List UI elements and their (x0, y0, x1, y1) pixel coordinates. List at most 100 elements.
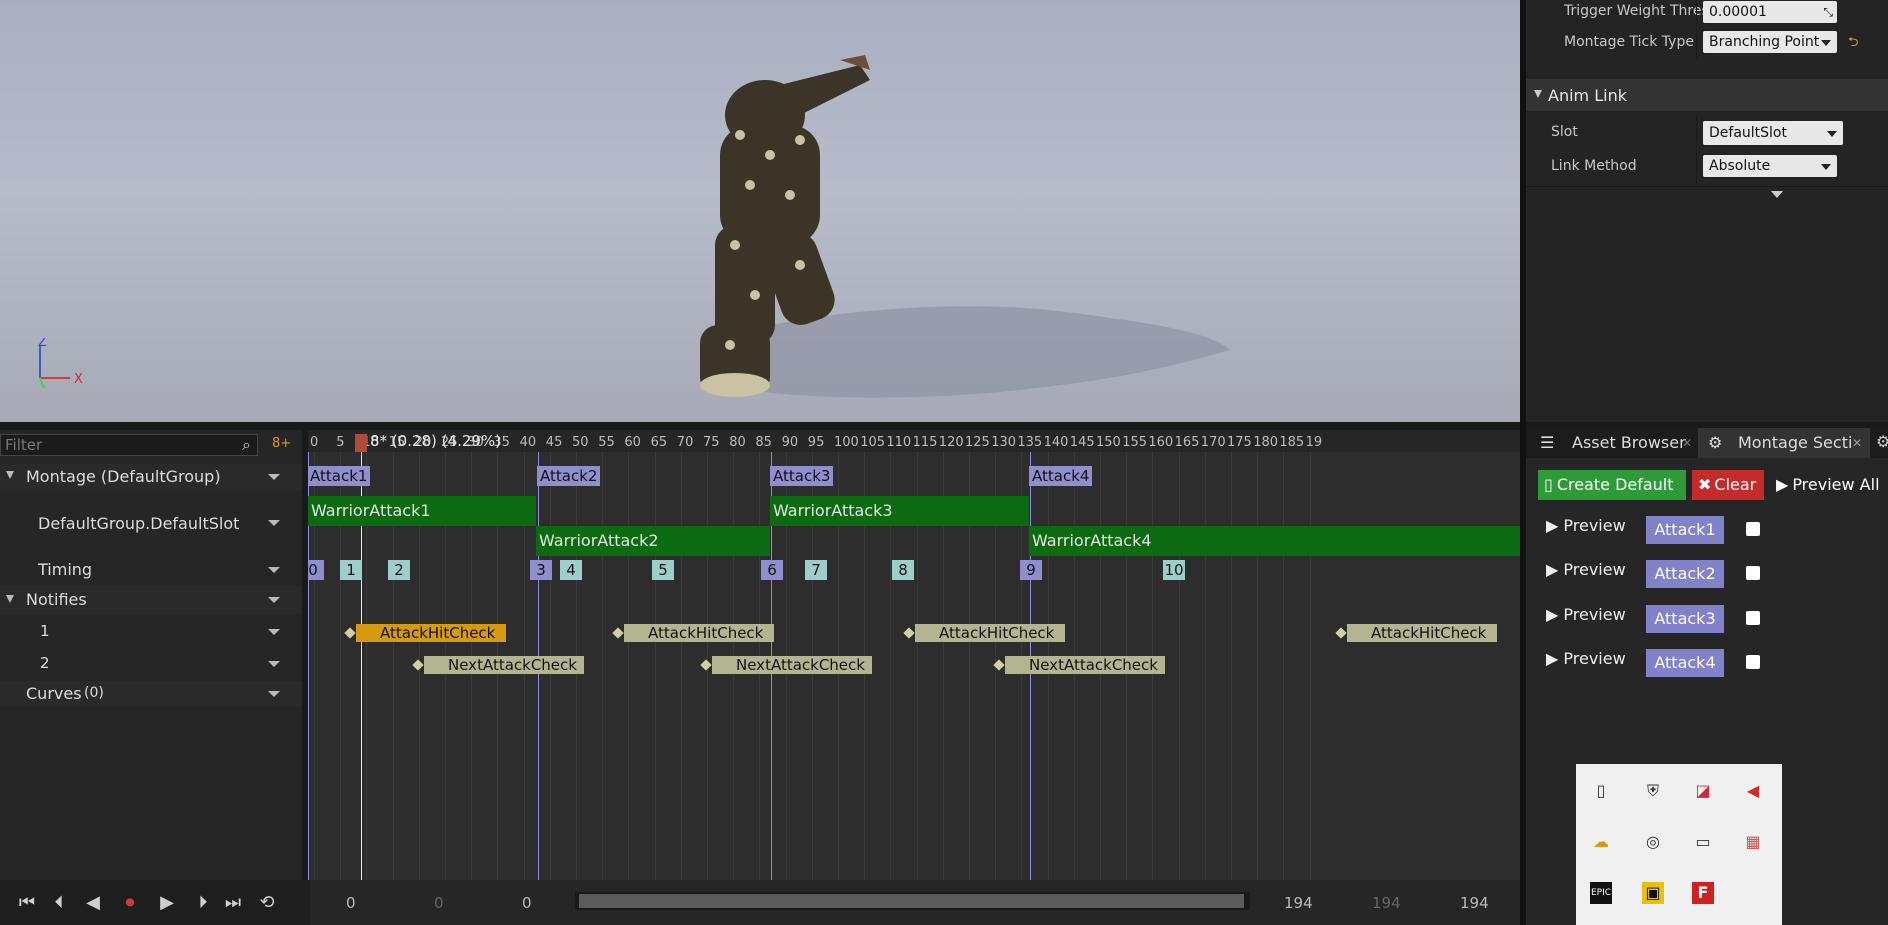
expand-advanced-icon (1771, 191, 1783, 198)
montage-tick-dropdown[interactable]: Branching Point (1703, 31, 1837, 53)
track-timing[interactable]: Timing (0, 554, 302, 584)
tab-asset-browser[interactable]: ☰ Asset Browser ✕ (1530, 428, 1696, 458)
anim-link-header[interactable]: Anim Link (1526, 79, 1888, 111)
grid-line (1204, 452, 1206, 880)
clear-button[interactable]: ✖ Clear (1692, 470, 1764, 500)
step-back-icon[interactable]: ⏴ (48, 892, 70, 914)
chevron-down-icon[interactable] (268, 597, 280, 603)
loop-icon[interactable]: ⟲ (256, 892, 278, 914)
notify-attack-hit-check[interactable]: AttackHitCheck (1347, 624, 1497, 642)
working-end[interactable]: 194 (1372, 894, 1401, 912)
chevron-down-icon[interactable] (268, 520, 280, 526)
f-app-icon[interactable]: F (1692, 882, 1714, 904)
section-chip[interactable]: Attack2 (1646, 560, 1724, 588)
section-marker[interactable]: Attack2 (537, 466, 601, 486)
record-icon[interactable]: ⏺ (119, 892, 141, 914)
section-checkbox[interactable] (1746, 655, 1760, 669)
close-icon[interactable]: ✕ (1682, 428, 1692, 458)
monitor-icon[interactable]: ▭ (1692, 831, 1714, 853)
animation-segment[interactable]: WarriorAttack4 (1029, 526, 1520, 556)
section-marker[interactable]: Attack3 (770, 466, 834, 486)
security-shield-icon[interactable]: ⛨ (1642, 780, 1664, 802)
view-end[interactable]: 194 (1284, 894, 1313, 912)
preview-label: Preview (1563, 560, 1626, 579)
section-marker[interactable]: Attack4 (1029, 466, 1093, 486)
animation-segment[interactable]: WarriorAttack1 (308, 496, 536, 526)
range-thumb[interactable] (579, 894, 1244, 908)
expand-icon[interactable]: ⤡ (1823, 1, 1833, 23)
view-start[interactable]: 0 (346, 894, 356, 912)
curves-count: (0) (84, 685, 104, 701)
create-default-button[interactable]: ▯ Create Default (1538, 470, 1686, 500)
chevron-down-icon[interactable] (268, 691, 280, 697)
preview-button[interactable]: ▶ Preview (1546, 516, 1626, 535)
chevron-down-icon[interactable] (268, 567, 280, 573)
disc-icon[interactable]: ◎ (1642, 831, 1664, 853)
notify-diamond-icon (612, 627, 624, 639)
skip-to-end-icon[interactable]: ⏭ (222, 892, 244, 914)
cloud-app-icon[interactable]: ☁ (1590, 831, 1612, 853)
notify-attack-hit-check[interactable]: AttackHitCheck (356, 624, 506, 642)
epic-games-icon[interactable]: EPIC (1590, 882, 1612, 904)
animation-segment[interactable]: WarriorAttack3 (770, 496, 1029, 526)
amd-software-icon[interactable]: ◪ (1692, 780, 1714, 802)
notify-next-attack-check[interactable]: NextAttackCheck (712, 656, 872, 674)
working-start[interactable]: 0 (434, 894, 444, 912)
section-checkbox[interactable] (1746, 611, 1760, 625)
lock-app-icon[interactable]: ▣ (1642, 882, 1664, 904)
chevron-down-icon[interactable] (268, 474, 280, 480)
track-slot[interactable]: DefaultGroup.DefaultSlot (0, 492, 302, 552)
chevron-down-icon[interactable] (268, 629, 280, 635)
preview-button[interactable]: ▶ Preview (1546, 605, 1626, 624)
section-chip[interactable]: Attack3 (1646, 605, 1724, 633)
preview-viewport[interactable]: Z X (0, 0, 1520, 422)
tick-label: 5 (336, 435, 345, 450)
track-notifies[interactable]: Notifies (0, 586, 302, 614)
calendar-icon[interactable]: ▦ (1742, 831, 1764, 853)
chevron-down-icon[interactable] (268, 661, 280, 667)
section-checkbox[interactable] (1746, 522, 1760, 536)
slot-dropdown[interactable]: DefaultSlot (1703, 121, 1843, 145)
step-forward-icon[interactable]: ⏵ (192, 892, 214, 914)
playback-end[interactable]: 194 (1460, 894, 1489, 912)
tick-label: 110 (886, 435, 912, 450)
scrubber-handle[interactable] (355, 434, 367, 452)
track-notify-2[interactable]: 2 (0, 650, 302, 678)
play-icon[interactable]: ▶ (156, 892, 178, 914)
section-marker[interactable]: Attack1 (308, 466, 371, 486)
preview-all-button[interactable]: ▶ Preview All (1770, 470, 1888, 500)
play-reverse-icon[interactable]: ◀ (82, 892, 104, 914)
trigger-weight-input[interactable]: 0.00001 ⤡ (1703, 1, 1837, 23)
tab-montage-sections[interactable]: ⚙ Montage Secti ✕ (1698, 428, 1870, 458)
close-icon[interactable]: ✕ (1852, 428, 1862, 458)
reset-to-default-icon[interactable]: ⮌ (1848, 33, 1858, 55)
skip-to-start-icon[interactable]: ⏮ (16, 892, 38, 914)
add-track-badge[interactable]: 8+ (272, 436, 291, 451)
filter-field[interactable]: Filter ⌕ (0, 434, 258, 456)
montage-tick-row: Montage Tick Type Branching Point ⮌ (1526, 28, 1888, 58)
track-montage-group[interactable]: Montage (DefaultGroup) (0, 464, 302, 490)
notify-attack-hit-check[interactable]: AttackHitCheck (624, 624, 774, 642)
usb-drive-icon[interactable]: ▯ (1590, 780, 1612, 802)
preview-all-label: Preview All (1792, 475, 1880, 494)
advanced-expander[interactable] (1526, 186, 1888, 203)
track-curves[interactable]: Curves (0) (0, 681, 302, 707)
section-checkbox[interactable] (1746, 566, 1760, 580)
timing-marker: 0 (308, 560, 324, 580)
notify-next-attack-check[interactable]: NextAttackCheck (1005, 656, 1165, 674)
notify-next-attack-check[interactable]: NextAttackCheck (424, 656, 584, 674)
play-icon: ▶ (1776, 475, 1789, 494)
link-method-dropdown[interactable]: Absolute (1703, 155, 1837, 177)
view-range-slider[interactable] (575, 892, 1250, 910)
overflow-tab-icon[interactable]: ⚙ (1876, 432, 1888, 451)
section-chip[interactable]: Attack1 (1646, 516, 1724, 544)
preview-button[interactable]: ▶ Preview (1546, 649, 1626, 668)
preview-button[interactable]: ▶ Preview (1546, 560, 1626, 579)
animation-segment[interactable]: WarriorAttack2 (536, 526, 770, 556)
section-chip[interactable]: Attack4 (1646, 649, 1724, 677)
track-notify-1[interactable]: 1 (0, 618, 302, 646)
notify-attack-hit-check[interactable]: AttackHitCheck (915, 624, 1065, 642)
speaker-icon[interactable]: ◀ (1742, 780, 1764, 802)
montage-timeline[interactable]: 0 5 10 15 20 25 30 35 40 45 50 55 60 65 70 75 80 85 90 95 10… (308, 430, 1520, 880)
playback-start[interactable]: 0 (522, 894, 532, 912)
